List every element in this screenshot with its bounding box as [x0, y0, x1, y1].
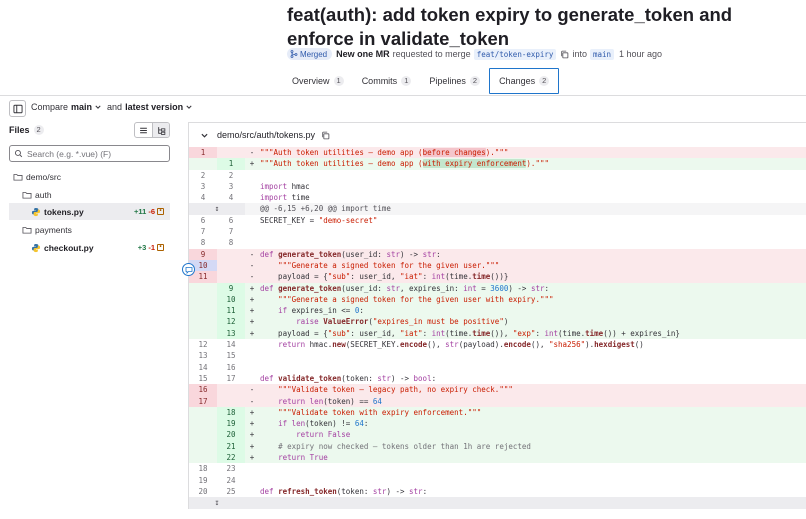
- mr-author[interactable]: New one MR: [336, 49, 390, 59]
- python-file-icon: [31, 207, 41, 216]
- diff-line: 1 + """Auth token utilities — demo app (wi…: [189, 158, 806, 170]
- mr-time: 1 hour ago: [619, 49, 663, 59]
- compare-base-dropdown[interactable]: main: [71, 102, 92, 112]
- diff-line: 17- return len(token) == 64: [189, 395, 806, 407]
- diff-line: 6 6 SECRET_KEY = "demo-secret": [200, 215, 378, 225]
- python-file-icon: [31, 243, 41, 252]
- files-header: Files 2: [9, 125, 44, 135]
- folder-icon: [22, 191, 32, 199]
- chevron-down-icon[interactable]: [201, 132, 208, 139]
- diff-line: 88: [200, 238, 234, 248]
- sidebar-icon: [12, 104, 23, 113]
- add-comment-button[interactable]: [182, 263, 195, 276]
- diff-line: 12 14 return hmac.new(SECRET_KEY.encode()…: [198, 340, 644, 350]
- expand-lines-icon[interactable]: ↕: [215, 204, 220, 213]
- file-diff-stats: +11 -6 •: [134, 207, 170, 216]
- tab-commits[interactable]: Commits 1: [353, 68, 421, 94]
- source-branch[interactable]: feat/token-expiry: [473, 48, 557, 60]
- tree-folder-payments[interactable]: payments: [9, 221, 170, 238]
- compare-versions: Compare main and latest version: [31, 102, 192, 112]
- diff-line: 12 + raise ValueError("expires_in must be…: [189, 316, 806, 328]
- tree-folder-auth[interactable]: auth: [9, 186, 170, 203]
- diff-line: 22 + return True: [189, 452, 806, 464]
- diff-line: 77: [200, 227, 234, 237]
- tab-count: 2: [469, 76, 481, 86]
- tab-count: 2: [539, 76, 550, 86]
- diff-line: 15 17 def validate_token(token: str) -> bo…: [198, 373, 437, 383]
- file-tree-icon: [157, 126, 165, 135]
- copy-icon[interactable]: [560, 50, 569, 59]
- diff-line: 19 24: [198, 475, 236, 485]
- diff-line: 14 16: [198, 362, 236, 372]
- diff-line: 11- payload = {"sub": user_id, "iat": in…: [189, 271, 806, 283]
- into-text: into: [572, 49, 587, 59]
- list-icon: [140, 127, 147, 133]
- search-icon: [14, 149, 23, 158]
- diff-file-path[interactable]: demo/src/auth/tokens.py: [217, 130, 315, 140]
- file-modified-icon: •: [157, 244, 164, 251]
- diff-line: 13 15: [198, 351, 236, 361]
- diff-line: 20 + return False: [189, 429, 806, 441]
- compare-head-dropdown[interactable]: latest version: [125, 102, 183, 112]
- file-search: [9, 145, 170, 162]
- target-branch[interactable]: main: [589, 48, 615, 60]
- files-count: 2: [33, 125, 44, 135]
- diff-line: 21 + # expiry now checked — tokens older …: [189, 440, 806, 453]
- requested-text: requested to merge: [392, 49, 471, 59]
- diff-content: 1- """Auth token utilities — demo app (be…: [188, 147, 806, 509]
- folder-icon: [22, 226, 32, 234]
- tabs-divider: [0, 95, 806, 96]
- diff-line: 13 + payload = {"sub": user_id, "iat": in…: [189, 327, 806, 340]
- diff-line: 18 + """Validate token with expiry enforc…: [189, 406, 806, 419]
- tab-overview[interactable]: Overview 1: [283, 68, 353, 94]
- chevron-down-icon: [95, 105, 101, 109]
- expand-lines-icon[interactable]: ↧: [215, 498, 220, 507]
- diff-file-header: demo/src/auth/tokens.py: [188, 122, 806, 147]
- chevron-down-icon: [186, 105, 192, 109]
- diff-line: 19 + if len(token) != 64:: [189, 418, 806, 430]
- tree-file-tokens-py[interactable]: tokens.py +11 -6 •: [9, 203, 170, 220]
- diff-line: 16- """Validate token — legacy path, no …: [189, 384, 806, 396]
- file-diff-stats: +3 -1 •: [138, 243, 170, 252]
- diff-hunk-header: ↕ @@ -6,15 +6,20 @@ import time: [189, 203, 806, 215]
- tab-count: 1: [401, 76, 412, 86]
- diff-line: 9- def generate_token(user_id: str) -> st…: [189, 248, 806, 260]
- file-view-toggle: [134, 122, 170, 138]
- diff-line: 11 + if expires_in <= 0:: [189, 305, 806, 317]
- tab-pipelines[interactable]: Pipelines 2: [420, 68, 489, 94]
- status-badge: Merged: [287, 48, 333, 60]
- diff-line: 20 25 def refresh_token(token: str) -> str…: [198, 486, 428, 496]
- toggle-file-browser-button[interactable]: [9, 100, 26, 117]
- diff-line: 10 + """Generate a signed token for the g…: [189, 293, 806, 306]
- diff-line: 22: [200, 170, 234, 180]
- tree-view-button[interactable]: [152, 123, 169, 137]
- diff-line: 10- """Generate a signed token for the g…: [189, 259, 806, 272]
- tab-count: 1: [333, 76, 344, 86]
- list-view-button[interactable]: [135, 123, 152, 137]
- diff-line: 9 + def generate_token(user_id: str, expir…: [189, 282, 806, 294]
- file-search-input[interactable]: [27, 148, 167, 159]
- mr-meta: Merged New one MR requested to merge fea…: [287, 47, 664, 61]
- diff-line: 4 4 import time: [200, 193, 310, 203]
- diff-line: 1- """Auth token utilities — demo app (be…: [189, 147, 806, 159]
- diff-line: 18 23: [198, 464, 236, 474]
- tab-changes[interactable]: Changes 2: [489, 68, 560, 94]
- file-modified-icon: •: [157, 208, 164, 215]
- mr-tabs: Overview 1 Commits 1 Pipelines 2 Changes 2: [283, 68, 560, 94]
- diff-expand-row: ↧: [189, 497, 806, 509]
- tree-folder-demo-src[interactable]: demo/src: [9, 168, 170, 185]
- tree-file-checkout-py[interactable]: checkout.py +3 -1 •: [9, 239, 170, 256]
- merge-icon: [290, 50, 298, 58]
- folder-icon: [13, 173, 23, 181]
- comment-icon: [185, 266, 192, 274]
- mr-title: feat(auth): add token expiry to generate…: [287, 4, 733, 49]
- diff-line: 3 3 import hmac: [200, 181, 310, 191]
- copy-icon[interactable]: [321, 131, 330, 140]
